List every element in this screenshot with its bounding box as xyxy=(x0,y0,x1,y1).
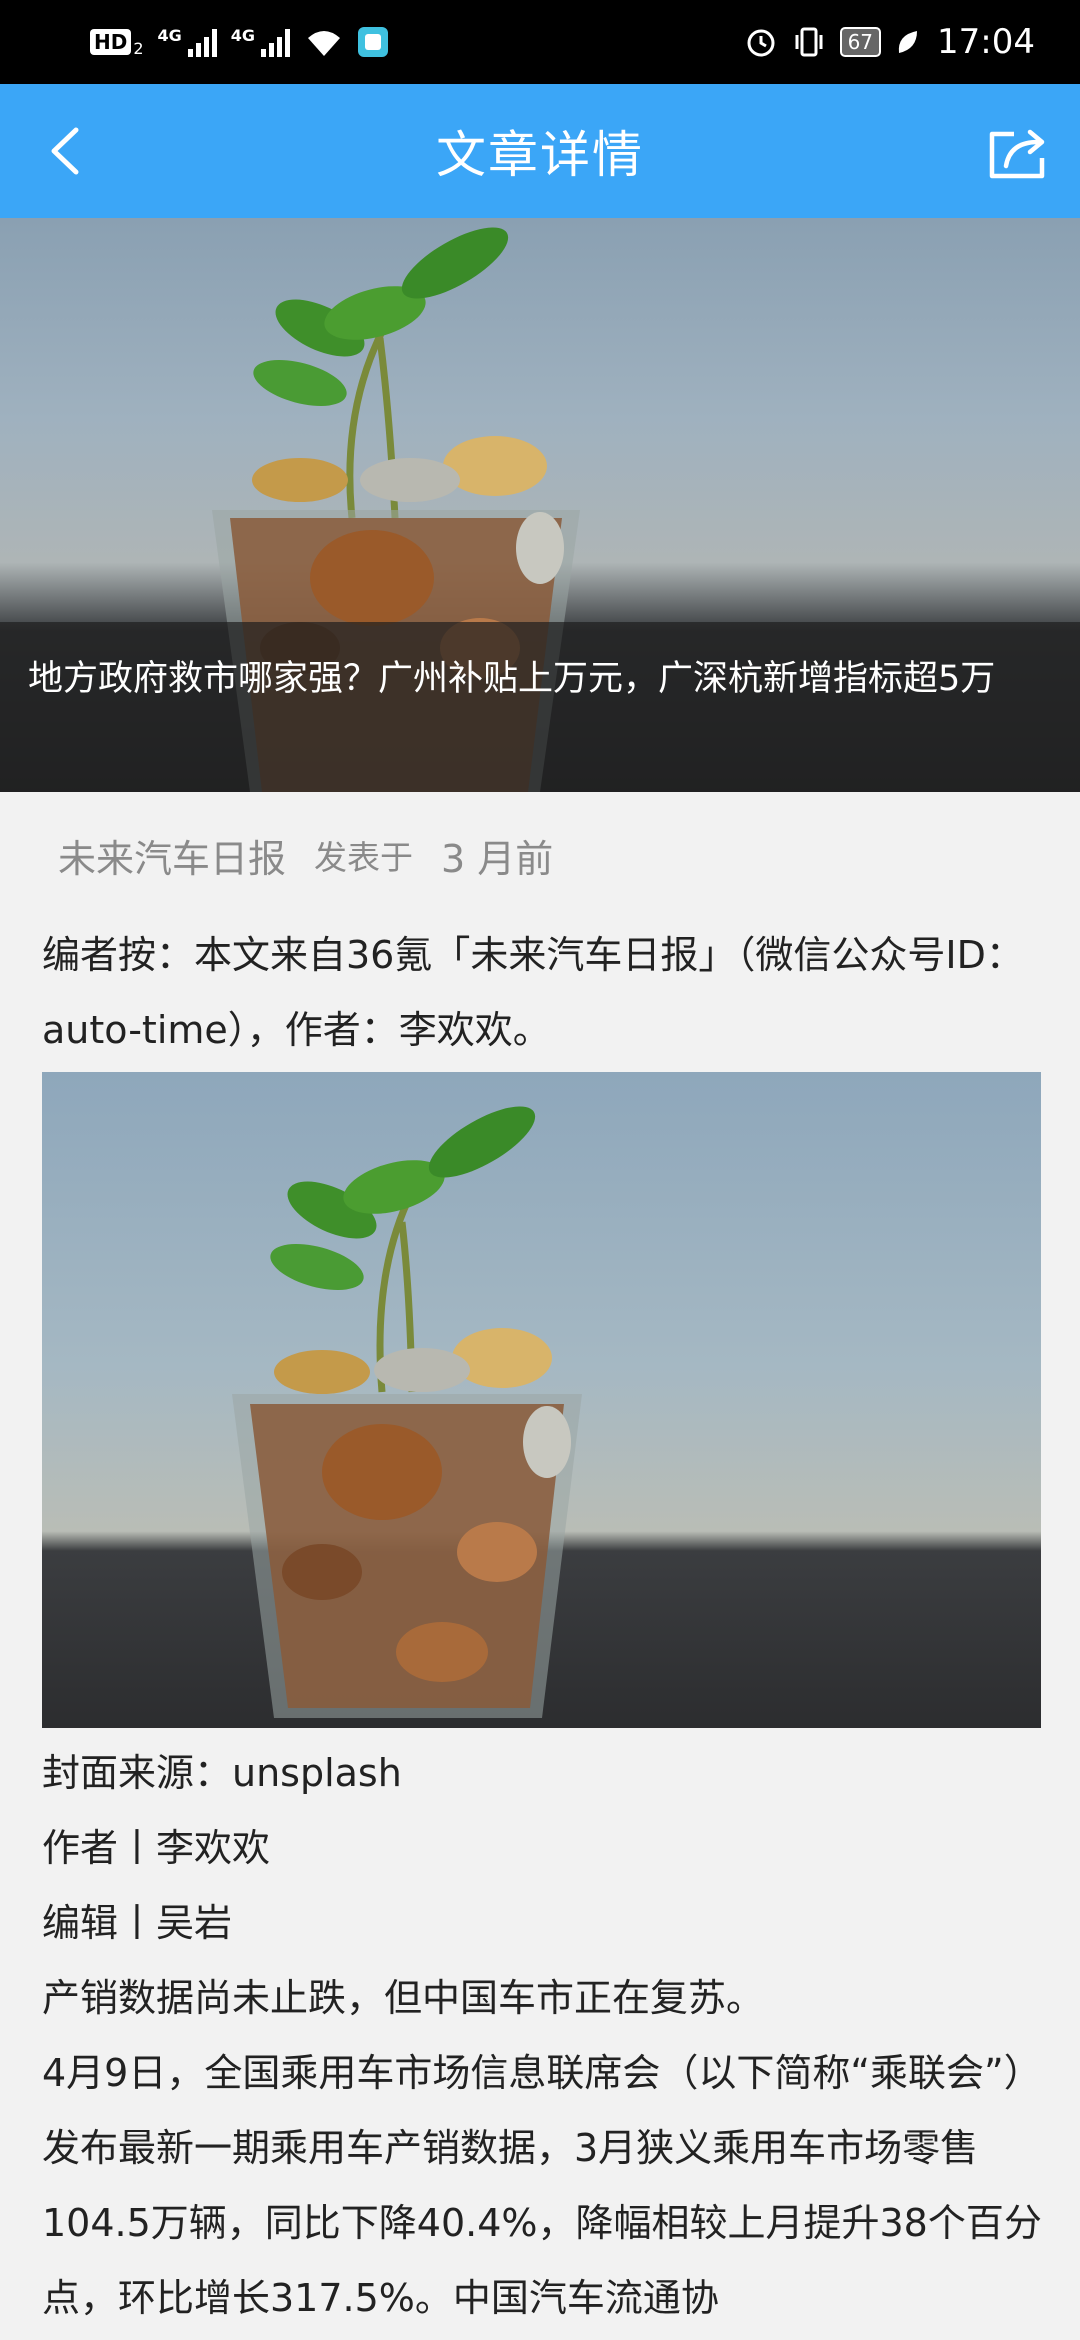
status-left: HD 2 4G 4G xyxy=(90,26,389,58)
hero-title[interactable]: 地方政府救市哪家强？广州补贴上万元，广深杭新增指标超5万 xyxy=(0,622,1080,792)
publish-time: 3 月前 xyxy=(441,836,554,881)
wifi-icon xyxy=(308,31,341,56)
editor-note: 编者按：本文来自36氪「未来汽车日报」（微信公众号ID：auto-time），作… xyxy=(42,933,1024,1052)
share-icon xyxy=(989,129,1045,179)
paragraph: 4月9日，全国乘用车市场信息联席会（以下简称“乘联会”）发布最新一期乘用车产销数… xyxy=(42,2051,1042,2320)
chevron-left-icon xyxy=(51,127,79,175)
share-button[interactable] xyxy=(984,120,1052,184)
status-right: 67 17:04 xyxy=(744,22,1035,62)
article-meta: 未来汽车日报 发表于 3 月前 xyxy=(58,822,553,888)
article-image[interactable] xyxy=(42,1072,1041,1728)
status-bar: HD 2 4G 4G 67 17:04 xyxy=(0,0,1080,84)
published-label: 发表于 xyxy=(314,838,414,877)
signal-icon xyxy=(187,27,217,57)
page-title: 文章详情 xyxy=(436,126,644,184)
signal-icon xyxy=(261,27,291,57)
paragraph: 产销数据尚未止跌，但中国车市正在复苏。 xyxy=(42,1976,765,2020)
hero-image[interactable]: 地方政府救市哪家强？广州补贴上万元，广深杭新增指标超5万 xyxy=(0,218,1080,792)
alarm-icon xyxy=(747,29,775,57)
article-body: 编者按：本文来自36氪「未来汽车日报」（微信公众号ID：auto-time），作… xyxy=(42,918,1042,2336)
battery-indicator: 67 xyxy=(839,27,882,57)
clock: 17:04 xyxy=(937,22,1035,62)
network-type-2: 4G xyxy=(230,26,256,45)
editor-line: 编辑丨吴岩 xyxy=(42,1901,233,1945)
nav-bar: 文章详情 xyxy=(0,84,1080,218)
back-button[interactable] xyxy=(38,118,98,184)
source-name[interactable]: 未来汽车日报 xyxy=(58,828,286,883)
app-notification-icon xyxy=(358,27,389,57)
article-text: 封面来源：unsplash 作者丨李欢欢 编辑丨吴岩 产销数据尚未止跌，但中国车… xyxy=(42,1736,1042,2336)
network-type-1: 4G xyxy=(157,26,182,45)
vibrate-icon xyxy=(795,27,823,57)
cover-source: 封面来源：unsplash xyxy=(42,1751,402,1795)
plant-coins-illustration xyxy=(232,1106,582,1718)
leaf-icon xyxy=(898,31,918,53)
author-line: 作者丨李欢欢 xyxy=(42,1826,271,1870)
sim-index: 2 xyxy=(133,39,144,58)
hd-badge: HD xyxy=(90,29,132,55)
